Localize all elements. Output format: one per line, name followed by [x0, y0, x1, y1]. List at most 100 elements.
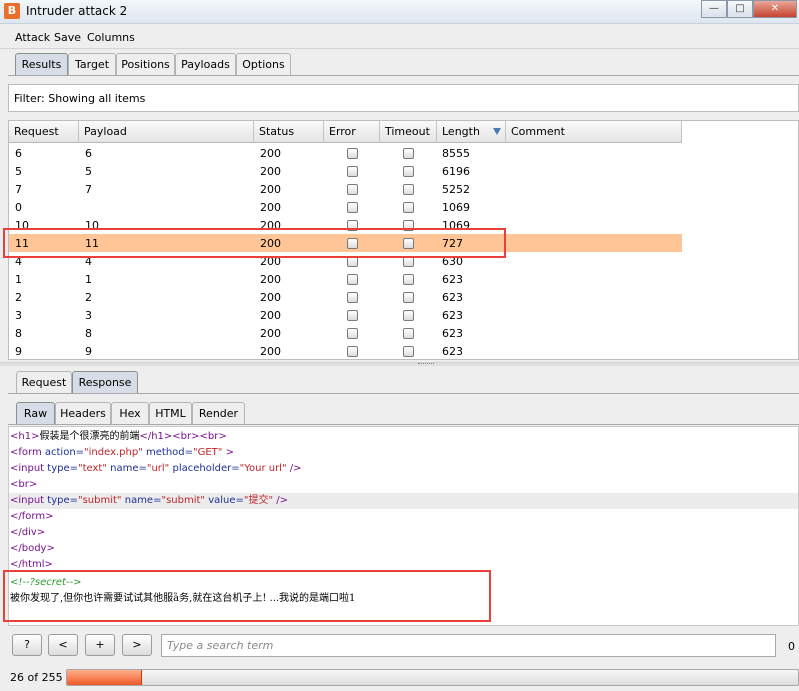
minimize-icon[interactable]: — [701, 0, 727, 18]
table-row[interactable]: 8 8 200 623 [9, 324, 682, 342]
tab-positions[interactable]: Positions [116, 53, 175, 75]
response-token: "提交" [243, 495, 274, 506]
error-checkbox[interactable] [347, 274, 358, 285]
response-token: value= [205, 495, 244, 506]
response-line: </body> [9, 541, 798, 557]
column-header-status[interactable]: Status [254, 121, 324, 143]
timeout-checkbox[interactable] [403, 274, 414, 285]
timeout-checkbox[interactable] [403, 166, 414, 177]
tab-target[interactable]: Target [68, 53, 116, 75]
tab-results[interactable]: Results [15, 53, 68, 75]
error-checkbox[interactable] [347, 148, 358, 159]
table-row[interactable]: 1 1 200 623 [9, 270, 682, 288]
tab-render[interactable]: Render [192, 402, 245, 424]
response-token: "url" [146, 463, 170, 474]
cell-request: 1 [15, 273, 22, 286]
error-checkbox[interactable] [347, 166, 358, 177]
response-token: <h1> [10, 431, 40, 442]
match-count: 0 [788, 640, 795, 653]
menu-columns[interactable]: Columns [87, 31, 135, 44]
window-controls: — □ ✕ [701, 0, 797, 18]
menu-save[interactable]: Save [54, 31, 81, 44]
table-row[interactable]: 2 2 200 623 [9, 288, 682, 306]
table-row[interactable]: 3 3 200 623 [9, 306, 682, 324]
timeout-checkbox[interactable] [403, 292, 414, 303]
timeout-checkbox[interactable] [403, 346, 414, 357]
cell-status: 200 [260, 201, 281, 214]
maximize-icon[interactable]: □ [727, 0, 753, 18]
cell-length: 623 [442, 273, 463, 286]
search-input[interactable] [161, 634, 776, 657]
tab-headers[interactable]: Headers [55, 402, 111, 424]
tab-hex[interactable]: Hex [111, 402, 149, 424]
menu-attack[interactable]: Attack [15, 31, 50, 44]
error-checkbox[interactable] [347, 310, 358, 321]
table-row[interactable]: 7 7 200 5252 [9, 180, 682, 198]
column-header-request[interactable]: Request [9, 121, 79, 143]
response-token: action= [44, 447, 85, 458]
cell-status: 200 [260, 273, 281, 286]
timeout-checkbox[interactable] [403, 184, 414, 195]
tab-options[interactable]: Options [236, 53, 291, 75]
cell-request: 7 [15, 183, 22, 196]
cell-payload: 8 [85, 327, 92, 340]
cell-status: 200 [260, 183, 281, 196]
message-tab-strip-border [8, 393, 799, 394]
menu-bar: Attack Save Columns [0, 25, 799, 49]
table-row[interactable]: 0 200 1069 [9, 198, 682, 216]
cell-request: 2 [15, 291, 22, 304]
previous-match-button[interactable]: < [48, 634, 78, 656]
error-checkbox[interactable] [347, 202, 358, 213]
column-header-comment[interactable]: Comment [506, 121, 682, 143]
response-token: "Your url" [239, 463, 287, 474]
column-header-timeout[interactable]: Timeout [380, 121, 437, 143]
table-row[interactable]: 9 9 200 623 [9, 342, 682, 359]
filter-bar[interactable]: Filter: Showing all items [8, 84, 799, 112]
next-match-button[interactable]: > [122, 634, 152, 656]
pane-splitter[interactable] [0, 362, 799, 366]
error-checkbox[interactable] [347, 328, 358, 339]
close-icon[interactable]: ✕ [753, 0, 797, 18]
splitter-grip-icon[interactable] [418, 363, 434, 365]
help-button[interactable]: ? [12, 634, 42, 656]
burp-app-icon: B [4, 3, 20, 19]
annotation-box-secret [3, 570, 491, 622]
tab-raw[interactable]: Raw [16, 402, 55, 424]
cell-length: 1069 [442, 201, 470, 214]
column-header-payload[interactable]: Payload [79, 121, 254, 143]
response-token: </h1> [139, 431, 173, 442]
tab-payloads[interactable]: Payloads [175, 53, 236, 75]
tab-response[interactable]: Response [72, 371, 138, 393]
cell-status: 200 [260, 291, 281, 304]
error-checkbox[interactable] [347, 346, 358, 357]
response-line: <input type="text" name="url" placeholde… [9, 461, 798, 477]
error-checkbox[interactable] [347, 292, 358, 303]
cell-length: 6196 [442, 165, 470, 178]
timeout-checkbox[interactable] [403, 202, 414, 213]
table-header: Request Payload Status Error Timeout Len… [9, 121, 682, 143]
response-token: > [222, 447, 234, 458]
cell-status: 200 [260, 165, 281, 178]
table-row[interactable]: 5 5 200 6196 [9, 162, 682, 180]
column-header-error[interactable]: Error [324, 121, 380, 143]
tab-request[interactable]: Request [16, 371, 72, 393]
cell-request: 0 [15, 201, 22, 214]
timeout-checkbox[interactable] [403, 328, 414, 339]
response-token: type= [47, 495, 78, 506]
response-line: <br> [9, 477, 798, 493]
timeout-checkbox[interactable] [403, 310, 414, 321]
cell-status: 200 [260, 147, 281, 160]
column-header-length[interactable]: Length [437, 121, 506, 143]
cell-length: 8555 [442, 147, 470, 160]
response-token: name= [106, 463, 147, 474]
error-checkbox[interactable] [347, 184, 358, 195]
response-token: </html> [10, 559, 53, 570]
next-options-button[interactable]: + [85, 634, 115, 656]
tab-html[interactable]: HTML [149, 402, 192, 424]
filter-label: Filter: Showing all items [14, 92, 146, 105]
cell-payload: 5 [85, 165, 92, 178]
response-token: <input [10, 495, 48, 506]
timeout-checkbox[interactable] [403, 148, 414, 159]
response-token: "submit" [78, 495, 122, 506]
table-row[interactable]: 6 6 200 8555 [9, 144, 682, 162]
